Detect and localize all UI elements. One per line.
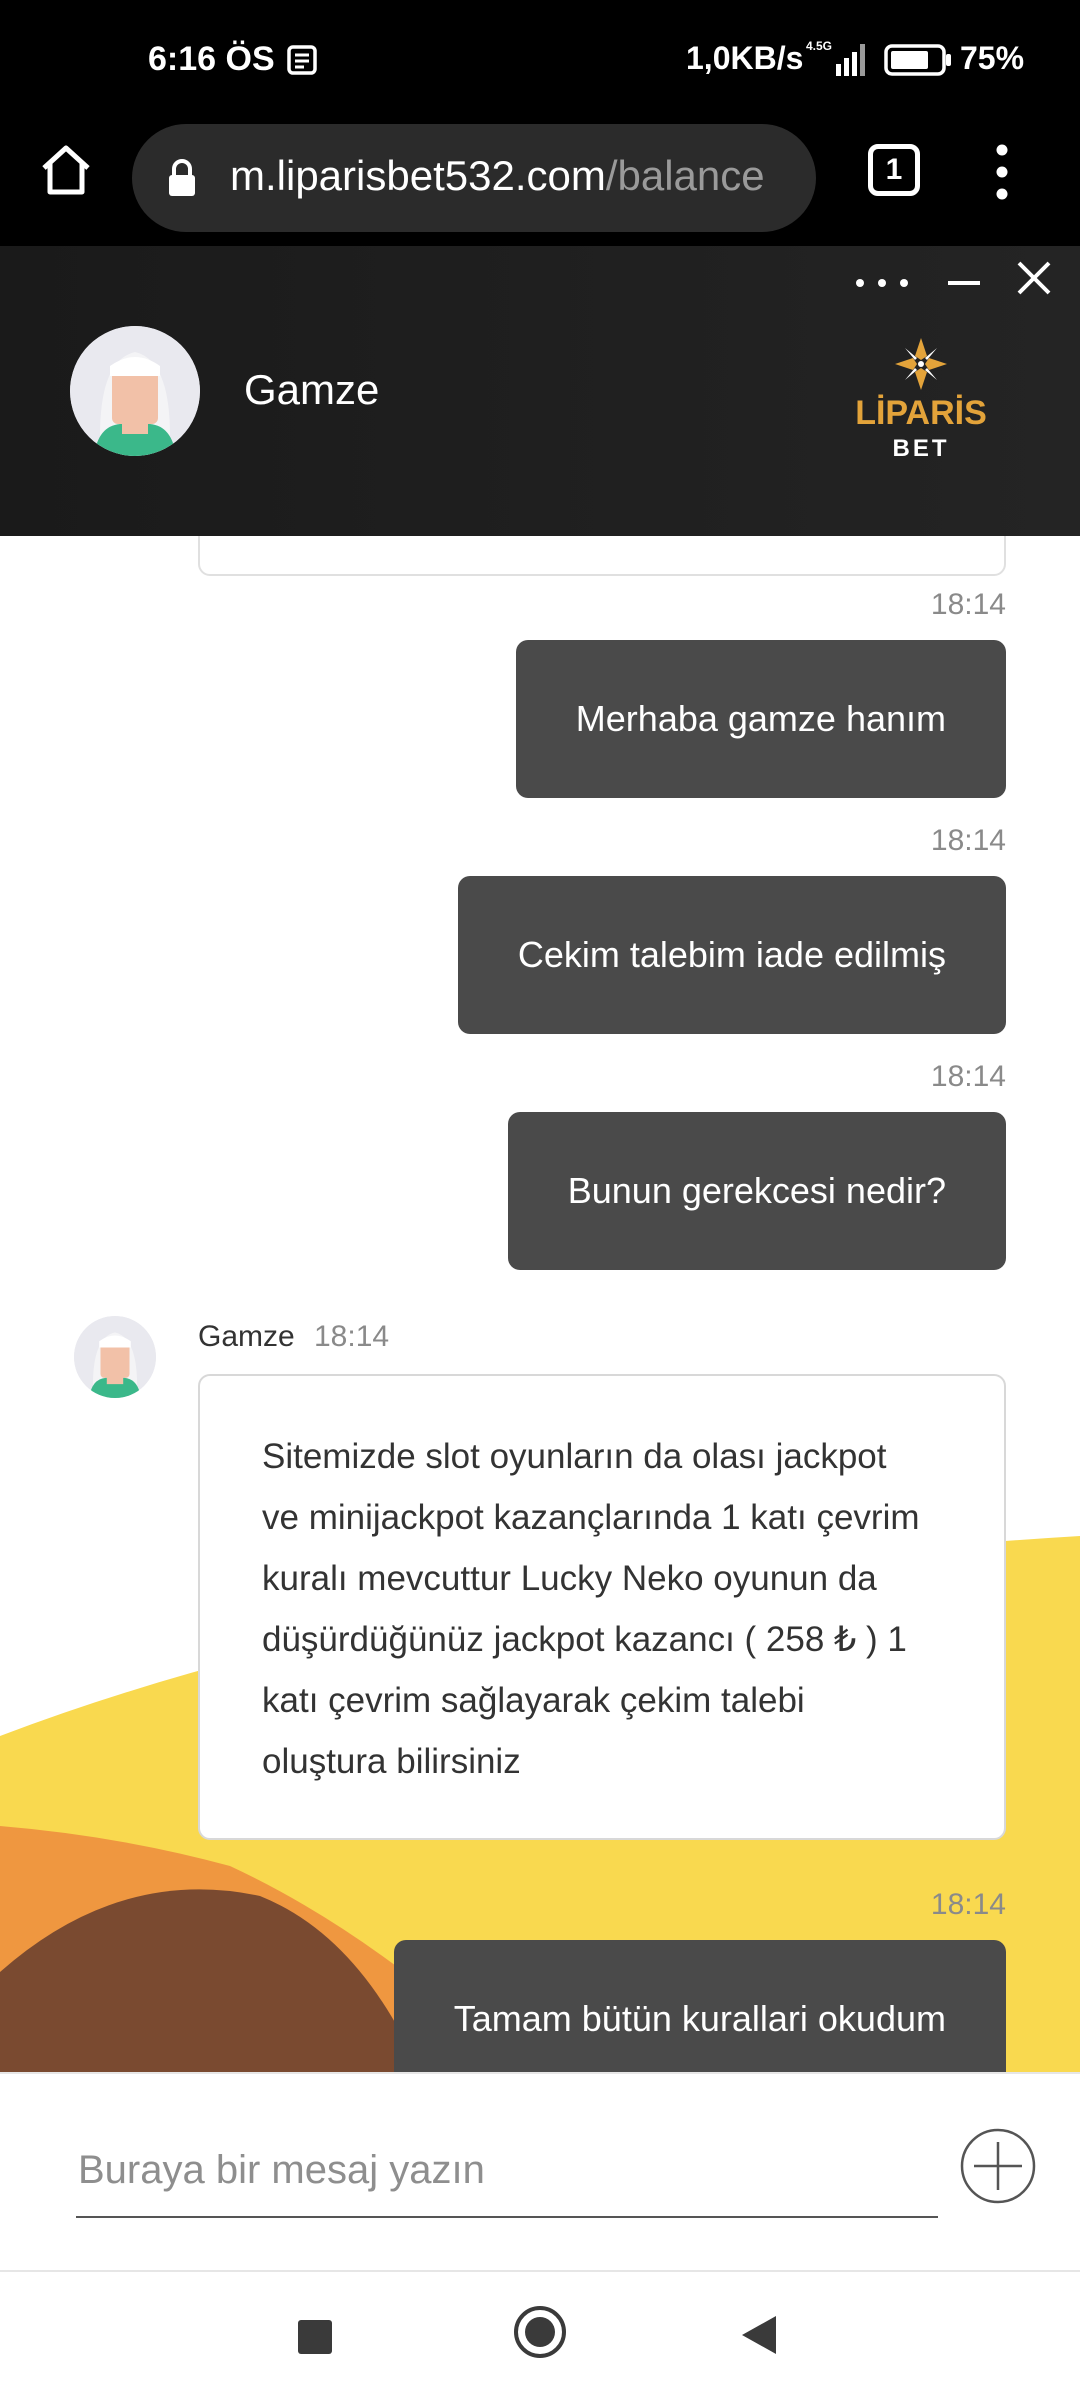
minimize-icon[interactable] bbox=[944, 268, 984, 298]
message-line: ve minijackpot kazançlarında 1 katı çevr… bbox=[262, 1498, 920, 1537]
address-bar[interactable]: m.liparisbet532.com/balance bbox=[132, 124, 816, 232]
outgoing-message: Tamam bütün kurallari okudum bbox=[393, 1940, 1006, 2072]
plus-circle-icon[interactable] bbox=[958, 2126, 1038, 2206]
incoming-message: Sitemizde slot oyunların da olası jackpo… bbox=[198, 1374, 1006, 1840]
more-horiz-icon[interactable] bbox=[852, 268, 912, 298]
message-line: oluştura bilirsiniz bbox=[262, 1742, 521, 1781]
agent-name: Gamze bbox=[244, 366, 380, 413]
battery-icon bbox=[884, 44, 951, 76]
tabs-button[interactable]: 1 bbox=[862, 138, 926, 202]
close-icon[interactable] bbox=[1014, 258, 1054, 298]
status-bar: 6:16 ÖS 1,0KB/s 4.5G 75% bbox=[0, 0, 1080, 120]
brand-sub: BET bbox=[893, 435, 950, 462]
outgoing-message: Bunun gerekcesi nedir? bbox=[507, 1112, 1006, 1270]
nav-home-icon[interactable] bbox=[512, 2304, 568, 2360]
message-line: düşürdüğünüz jackpot kazancı ( 258 ₺ ) 1 bbox=[262, 1620, 907, 1659]
nav-recent-icon[interactable] bbox=[298, 2320, 332, 2354]
chat-messages[interactable]: 18:14 Merhaba gamze hanım 18:14 Cekim ta… bbox=[0, 536, 1080, 2072]
network-speed: 1,0KB/s bbox=[686, 40, 804, 76]
agent-avatar-small bbox=[74, 1316, 156, 1398]
message-time: 18:14 bbox=[930, 1060, 1006, 1093]
net-type-label: 4.5G bbox=[806, 39, 832, 53]
brand-name: LİPARİS bbox=[855, 394, 987, 432]
liparis-bet-logo: LİPARİS BET bbox=[855, 338, 987, 462]
message-line: katı çevrim sağlayarak çekim talebi bbox=[262, 1681, 805, 1720]
message-time: 18:14 bbox=[930, 1888, 1006, 1921]
home-icon[interactable] bbox=[36, 140, 96, 200]
status-time: 6:16 ÖS bbox=[148, 40, 275, 78]
outgoing-message: Cekim talebim iade edilmiş bbox=[457, 876, 1006, 1034]
message-line: Sitemizde slot oyunların da olası jackpo… bbox=[262, 1437, 887, 1476]
url-text: m.liparisbet532.com/balance bbox=[230, 152, 800, 204]
message-line: kuralı mevcuttur Lucky Neko oyunun da bbox=[262, 1559, 877, 1598]
message-time: 18:14 bbox=[930, 588, 1006, 621]
url-host: m.liparisbet532.com bbox=[230, 152, 606, 199]
signal-icon: 4.5G bbox=[806, 39, 865, 76]
lock-icon bbox=[169, 159, 195, 196]
browser-toolbar: m.liparisbet532.com/balance 1 bbox=[0, 120, 1080, 246]
message-input[interactable] bbox=[76, 2134, 938, 2218]
more-vert-icon[interactable] bbox=[980, 140, 1024, 204]
battery-percent: 75% bbox=[960, 40, 1025, 76]
agent-avatar bbox=[70, 326, 200, 456]
message-sender: Gamze bbox=[198, 1320, 295, 1353]
message-time: 18:14 bbox=[314, 1320, 390, 1353]
message-composer bbox=[0, 2072, 1080, 2272]
chat-header: Gamze LİPARİS BET bbox=[0, 246, 1080, 536]
android-nav-bar bbox=[0, 2272, 1080, 2400]
nav-back-icon[interactable] bbox=[736, 2312, 780, 2358]
outgoing-message: Merhaba gamze hanım bbox=[515, 640, 1006, 798]
message-time: 18:14 bbox=[930, 824, 1006, 857]
url-path: /balance bbox=[605, 152, 765, 199]
tabs-icon: 1 bbox=[868, 144, 920, 196]
notification-icon bbox=[287, 45, 317, 75]
previous-message-edge bbox=[198, 536, 1006, 576]
